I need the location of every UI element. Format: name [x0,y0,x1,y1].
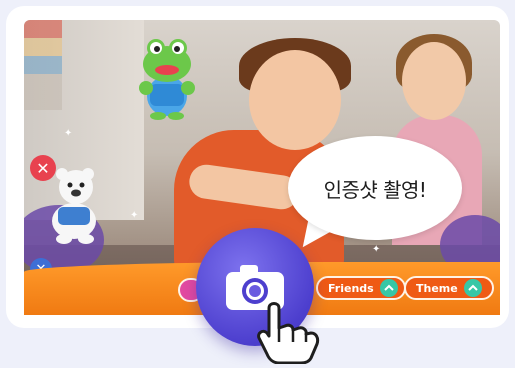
speech-bubble-text: 인증샷 촬영! [323,177,427,202]
theme-label: Theme [416,281,458,295]
close-icon: ✕ [36,158,50,178]
speech-bubble: 인증샷 촬영! [288,136,462,240]
sparkle-icon: ✦ [130,210,139,221]
sparkle-icon: ✦ [64,128,73,139]
frog-character-sticker[interactable] [132,26,202,120]
chevron-up-icon [379,279,398,297]
delete-frog-button[interactable]: ✕ [30,155,56,181]
pointing-hand-icon [257,302,320,364]
sparkle-icon: ✦ [372,244,381,255]
friends-button[interactable]: Friends [316,276,406,300]
chevron-up-icon [463,279,482,297]
friends-label: Friends [328,281,374,295]
theme-button[interactable]: Theme [404,276,494,300]
